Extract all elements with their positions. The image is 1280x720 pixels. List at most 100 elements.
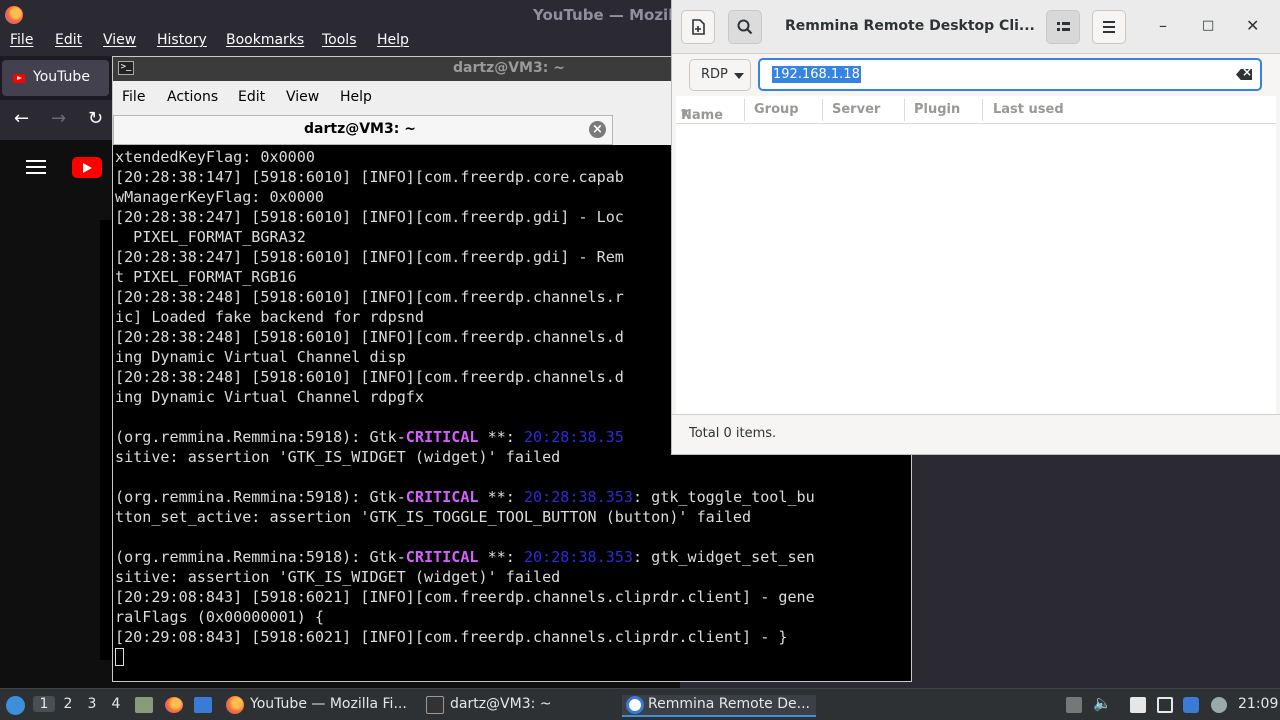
- updates-icon[interactable]: [1183, 697, 1199, 713]
- terminal-line: [20:29:08:843] [5918:6021] [INFO][com.fr…: [115, 627, 909, 647]
- terminal-tab[interactable]: dartz@VM3: ~ ×: [113, 115, 613, 145]
- hamburger-icon: [1103, 21, 1115, 33]
- term-menu-edit[interactable]: Edit: [238, 89, 265, 105]
- line-text: [20:28:38:248] [5918:6010] [INFO][com.fr…: [115, 368, 624, 386]
- file-manager-icon[interactable]: [135, 697, 153, 713]
- taskbar: 1 2 3 4 YouTube — Mozilla Fi... dartz@VM…: [0, 688, 1280, 720]
- term-menu-actions[interactable]: Actions: [167, 89, 218, 105]
- line-text: sitive: assertion 'GTK_IS_WIDGET (widget…: [115, 448, 561, 466]
- firefox-icon: [226, 696, 244, 714]
- task-remmina-label: Remmina Remote De...: [648, 696, 810, 712]
- hamburger-menu-icon[interactable]: [26, 160, 46, 174]
- protocol-value: RDP: [701, 67, 728, 82]
- line-text: (org.remmina.Remmina:5918): Gtk-: [115, 428, 406, 446]
- line-text: [20:29:08:843] [5918:6021] [INFO][com.fr…: [115, 628, 788, 646]
- line-text: [20:28:38:248] [5918:6010] [INFO][com.fr…: [115, 288, 624, 306]
- prompt-line: [115, 647, 909, 667]
- line-text: ic] Loaded fake backend for rdpsnd: [115, 308, 424, 326]
- protocol-dropdown[interactable]: RDP: [689, 59, 751, 91]
- list-view-toggle-button[interactable]: [1046, 10, 1080, 44]
- line-text: sitive: assertion 'GTK_IS_WIDGET (widget…: [115, 568, 561, 586]
- display-icon[interactable]: [1157, 697, 1173, 713]
- firefox-icon: [5, 6, 23, 24]
- column-plugin[interactable]: Plugin: [914, 102, 960, 117]
- term-menu-help[interactable]: Help: [340, 89, 372, 105]
- task-firefox-label: YouTube — Mozilla Fi...: [250, 696, 407, 712]
- minimize-icon[interactable]: –: [1159, 16, 1167, 35]
- back-icon[interactable]: ←: [14, 108, 29, 129]
- new-connection-icon: [692, 19, 705, 35]
- line-text: [20:28:38:147] [5918:6010] [INFO][com.fr…: [115, 168, 624, 186]
- line-text: wManagerKeyFlag: 0x0000: [115, 188, 325, 206]
- menu-view[interactable]: View: [103, 32, 136, 48]
- term-menu-view[interactable]: View: [286, 89, 319, 105]
- log-timestamp: 20:28:38.35: [523, 428, 624, 446]
- status-bar: Total 0 items.: [672, 414, 1280, 454]
- network-icon[interactable]: [1211, 697, 1227, 713]
- reload-icon[interactable]: ↻: [88, 108, 103, 129]
- remmina-window: Remmina Remote Desktop Cli... – □ ✕ RDP …: [671, 0, 1280, 455]
- new-connection-button[interactable]: [681, 10, 715, 44]
- tab-label: YouTube: [33, 69, 90, 85]
- close-tab-icon[interactable]: ×: [589, 121, 606, 138]
- youtube-logo-icon[interactable]: [72, 157, 102, 178]
- task-remmina[interactable]: Remmina Remote De...: [622, 695, 816, 717]
- connection-list[interactable]: [676, 124, 1276, 414]
- critical-label: CRITICAL: [405, 488, 479, 506]
- line-text: ing Dynamic Virtual Channel disp: [115, 348, 406, 366]
- menu-bookmarks[interactable]: Bookmarks: [226, 32, 304, 48]
- critical-label: CRITICAL: [405, 548, 479, 566]
- menu-edit[interactable]: Edit: [55, 32, 82, 48]
- search-button[interactable]: [728, 10, 762, 44]
- status-text: Total 0 items.: [689, 426, 777, 441]
- line-text: **:: [478, 488, 524, 506]
- server-address-input[interactable]: 192.168.1.18: [758, 58, 1262, 91]
- menu-tools[interactable]: Tools: [322, 32, 357, 48]
- clipboard-icon[interactable]: [1130, 697, 1146, 713]
- main-menu-button[interactable]: [1092, 10, 1126, 44]
- term-menu-file[interactable]: File: [122, 89, 145, 105]
- quick-connect-bar: RDP 192.168.1.18: [672, 54, 1280, 96]
- server-address-value: 192.168.1.18: [772, 66, 861, 83]
- line-text: (org.remmina.Remmina:5918): Gtk-: [115, 488, 406, 506]
- menu-history[interactable]: History: [157, 32, 207, 48]
- line-text: [20:28:38:248] [5918:6010] [INFO][com.fr…: [115, 328, 624, 346]
- menu-help[interactable]: Help: [377, 32, 409, 48]
- start-menu-icon[interactable]: [6, 696, 25, 715]
- menu-file[interactable]: File: [10, 32, 33, 48]
- line-text: (org.remmina.Remmina:5918): Gtk-: [115, 548, 406, 566]
- connection-list-header: Name ▼ Group Server Plugin Last used: [676, 96, 1276, 124]
- workspace-2[interactable]: 2: [57, 696, 79, 712]
- terminal-line: sitive: assertion 'GTK_IS_WIDGET (widget…: [115, 567, 909, 587]
- clear-text-icon[interactable]: [1236, 69, 1252, 80]
- workspace-3[interactable]: 3: [81, 696, 103, 712]
- task-terminal[interactable]: dartz@VM3: ~: [426, 695, 616, 717]
- firefox-launcher-icon[interactable]: [165, 697, 183, 713]
- close-icon[interactable]: ✕: [1246, 16, 1259, 35]
- task-firefox[interactable]: YouTube — Mozilla Fi...: [226, 695, 416, 717]
- column-last-used[interactable]: Last used: [993, 102, 1064, 117]
- maximize-icon[interactable]: □: [1202, 18, 1214, 33]
- line-text: ralFlags (0x00000001) {: [115, 608, 325, 626]
- terminal-tab-title: dartz@VM3: ~: [304, 121, 416, 137]
- text-cursor: [115, 648, 124, 666]
- workspace-1[interactable]: 1: [33, 696, 55, 712]
- youtube-favicon-icon: [13, 74, 25, 83]
- workspace-4[interactable]: 4: [105, 696, 127, 712]
- log-timestamp: 20:28:38.353: [523, 488, 633, 506]
- volume-icon[interactable]: 🔈: [1093, 694, 1112, 712]
- sort-down-icon: ▼: [681, 108, 689, 119]
- page-strip: [100, 220, 112, 660]
- terminal-line: (org.remmina.Remmina:5918): Gtk-CRITICAL…: [115, 547, 909, 567]
- column-divider: [744, 99, 745, 121]
- show-desktop-icon[interactable]: [194, 697, 212, 713]
- forward-icon[interactable]: →: [51, 108, 66, 129]
- chevron-down-icon: [734, 73, 744, 79]
- tray-app-icon[interactable]: [1066, 697, 1082, 713]
- tab-youtube[interactable]: YouTube: [2, 60, 109, 96]
- column-server[interactable]: Server: [832, 102, 880, 117]
- column-divider: [904, 99, 905, 121]
- column-group[interactable]: Group: [754, 102, 799, 117]
